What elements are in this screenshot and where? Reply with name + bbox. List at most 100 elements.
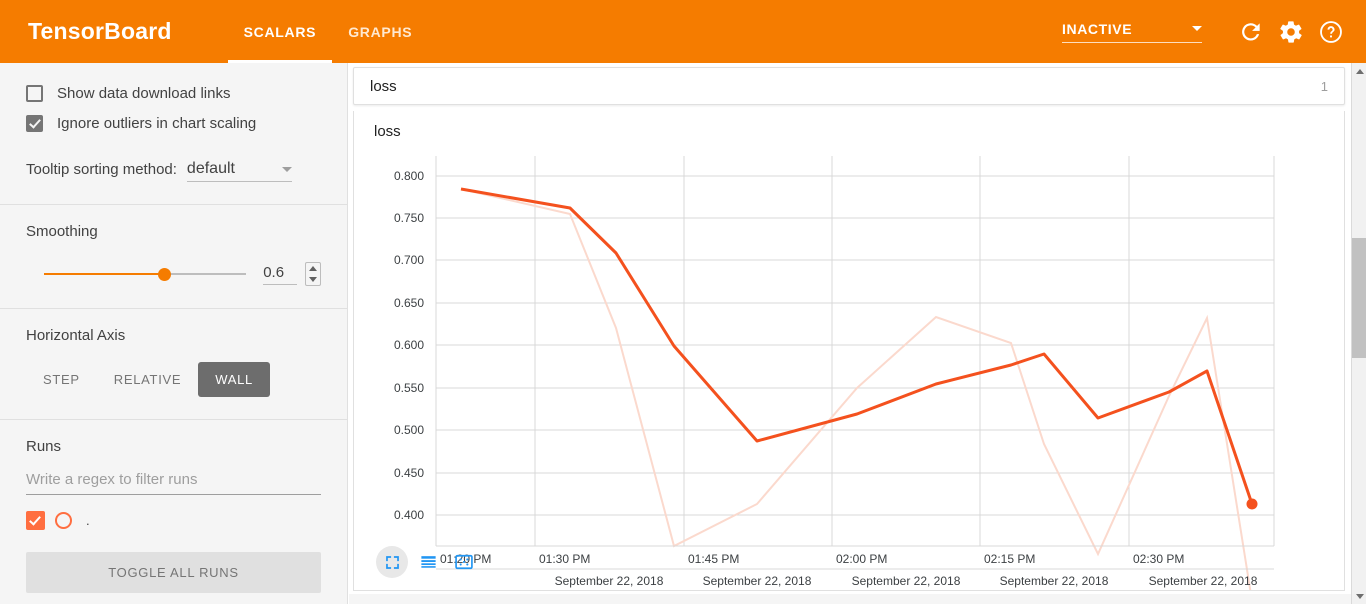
chart-card-loss: loss 0.800 0.750 0.700 0.650 0.600 0.550…	[353, 111, 1345, 591]
run-item[interactable]: .	[26, 511, 321, 530]
settings-gear-icon[interactable]	[1278, 19, 1304, 45]
axis-option-wall[interactable]: WALL	[198, 362, 270, 397]
y-tick-label: 0.400	[394, 508, 424, 522]
category-count: 1	[1320, 78, 1328, 94]
divider	[0, 419, 347, 420]
x-tick-label: 01:30 PM	[539, 552, 590, 566]
series-endpoint-marker	[1246, 498, 1258, 510]
y-tick-label: 0.800	[394, 169, 424, 183]
x-tick-label: 01:45 PM	[688, 552, 739, 566]
vertical-scrollbar[interactable]	[1351, 63, 1366, 604]
x-tick-sublabel: September 22, 2018	[1149, 574, 1258, 588]
x-tick-label: 02:15 PM	[984, 552, 1035, 566]
nav-tabs: SCALARS GRAPHS	[227, 0, 429, 63]
category-name: loss	[370, 77, 397, 95]
slider-knob[interactable]	[158, 268, 171, 281]
x-axis-date-labels: September 22, 2018 September 22, 2018 Se…	[555, 574, 1258, 588]
y-axis-tick-labels: 0.800 0.750 0.700 0.650 0.600 0.550 0.50…	[394, 169, 424, 522]
chevron-up-icon	[1355, 68, 1364, 74]
checkbox-show-download-links[interactable]: Show data download links	[26, 78, 321, 108]
chevron-down-icon	[281, 166, 292, 172]
runs-filter-input[interactable]: Write a regex to filter runs	[26, 471, 321, 495]
tab-scalars-label: SCALARS	[243, 23, 317, 40]
header-actions: INACTIVE	[1062, 19, 1344, 45]
chart-toolbar	[376, 546, 484, 578]
y-tick-label: 0.650	[394, 296, 424, 310]
stepper-up-icon[interactable]	[309, 266, 318, 271]
x-tick-sublabel: September 22, 2018	[1000, 574, 1109, 588]
horizontal-axis-title: Horizontal Axis	[26, 327, 126, 344]
tab-graphs[interactable]: GRAPHS	[332, 0, 428, 63]
chart-gridlines	[435, 156, 1275, 546]
tab-scalars[interactable]: SCALARS	[227, 0, 333, 63]
tensorboard-app: TensorBoard SCALARS GRAPHS INACTIVE Show…	[0, 0, 1366, 604]
y-tick-label: 0.500	[394, 423, 424, 437]
fit-to-screen-icon	[455, 554, 473, 570]
tab-graphs-label: GRAPHS	[348, 23, 413, 40]
chart-plot-area[interactable]: 0.800 0.750 0.700 0.650 0.600 0.550 0.50…	[354, 151, 1345, 591]
run-status-dropdown[interactable]: INACTIVE	[1062, 21, 1202, 43]
loss-line-chart[interactable]: 0.800 0.750 0.700 0.650 0.600 0.550 0.50…	[354, 151, 1345, 591]
tooltip-sorting-value: default	[186, 160, 235, 177]
axis-option-relative[interactable]: RELATIVE	[97, 362, 199, 397]
checkbox-show-download-links-label: Show data download links	[57, 84, 231, 102]
run-status-label: INACTIVE	[1062, 20, 1133, 37]
series-loss-raw	[460, 188, 1252, 590]
axis-option-wall-label: WALL	[215, 372, 253, 387]
sidebar-runs: Runs Write a regex to filter runs . TOGG…	[0, 438, 347, 604]
refresh-icon[interactable]	[1238, 19, 1264, 45]
app-brand: TensorBoard	[28, 18, 172, 44]
checkbox-ignore-outliers-label: Ignore outliers in chart scaling	[57, 114, 257, 132]
sidebar: Show data download links Ignore outliers…	[0, 63, 348, 604]
axis-option-relative-label: RELATIVE	[113, 372, 182, 387]
slider-fill	[44, 273, 165, 275]
expand-chart-button[interactable]	[376, 546, 408, 578]
run-item-label: .	[86, 513, 90, 528]
app-header: TensorBoard SCALARS GRAPHS INACTIVE	[0, 0, 1366, 63]
sidebar-horizontal-axis: Horizontal Axis STEP RELATIVE WALL	[0, 327, 347, 419]
y-tick-label: 0.700	[394, 253, 424, 267]
toggle-all-runs-label: TOGGLE ALL RUNS	[108, 565, 239, 580]
tooltip-sorting-row: Tooltip sorting method: default	[26, 160, 321, 204]
category-header-loss[interactable]: loss 1	[353, 67, 1345, 105]
checkbox-unchecked-icon	[26, 84, 43, 102]
scroll-down-button[interactable]	[1352, 588, 1366, 604]
toggle-all-runs-button[interactable]: TOGGLE ALL RUNS	[26, 552, 321, 593]
x-tick-sublabel: September 22, 2018	[703, 574, 812, 588]
chevron-down-icon	[1355, 593, 1364, 599]
checkbox-ignore-outliers[interactable]: Ignore outliers in chart scaling	[26, 108, 321, 138]
main-bottom-strip	[349, 594, 1351, 604]
tooltip-sorting-select[interactable]: default	[186, 160, 292, 182]
run-color-circle-icon	[55, 512, 72, 529]
x-tick-label: 02:00 PM	[836, 552, 887, 566]
smoothing-slider[interactable]	[44, 266, 246, 282]
y-tick-label: 0.600	[394, 338, 424, 352]
checkbox-checked-icon	[26, 114, 43, 132]
y-tick-label: 0.450	[394, 466, 424, 480]
x-tick-sublabel: September 22, 2018	[555, 574, 664, 588]
tooltip-sorting-label: Tooltip sorting method:	[26, 161, 177, 178]
runs-title: Runs	[26, 438, 62, 455]
divider	[0, 204, 347, 205]
smoothing-title: Smoothing	[26, 223, 98, 240]
horizontal-axis-options: STEP RELATIVE WALL	[26, 362, 321, 419]
run-checkbox-checked-icon[interactable]	[26, 511, 45, 530]
expand-icon	[385, 555, 399, 569]
axis-option-step-label: STEP	[43, 372, 80, 387]
sidebar-display-options: Show data download links Ignore outliers…	[0, 78, 347, 204]
x-axis-tick-labels: 01:20 PM 01:30 PM 01:45 PM 02:00 PM 02:1…	[440, 552, 1184, 566]
scroll-up-button[interactable]	[1352, 63, 1366, 79]
smoothing-value-input[interactable]: 0.6	[263, 264, 298, 285]
y-tick-label: 0.550	[394, 381, 424, 395]
y-tick-label: 0.750	[394, 211, 424, 225]
help-icon[interactable]	[1318, 19, 1344, 45]
fit-to-screen-button[interactable]	[448, 546, 480, 578]
stepper-down-icon[interactable]	[309, 277, 318, 282]
axis-option-step[interactable]: STEP	[26, 362, 97, 397]
scrollbar-thumb[interactable]	[1352, 238, 1366, 358]
chevron-down-icon	[1192, 26, 1202, 31]
data-lines-button[interactable]	[412, 546, 444, 578]
smoothing-stepper[interactable]	[305, 262, 321, 286]
x-tick-label: 02:30 PM	[1133, 552, 1184, 566]
data-lines-icon	[420, 555, 436, 568]
